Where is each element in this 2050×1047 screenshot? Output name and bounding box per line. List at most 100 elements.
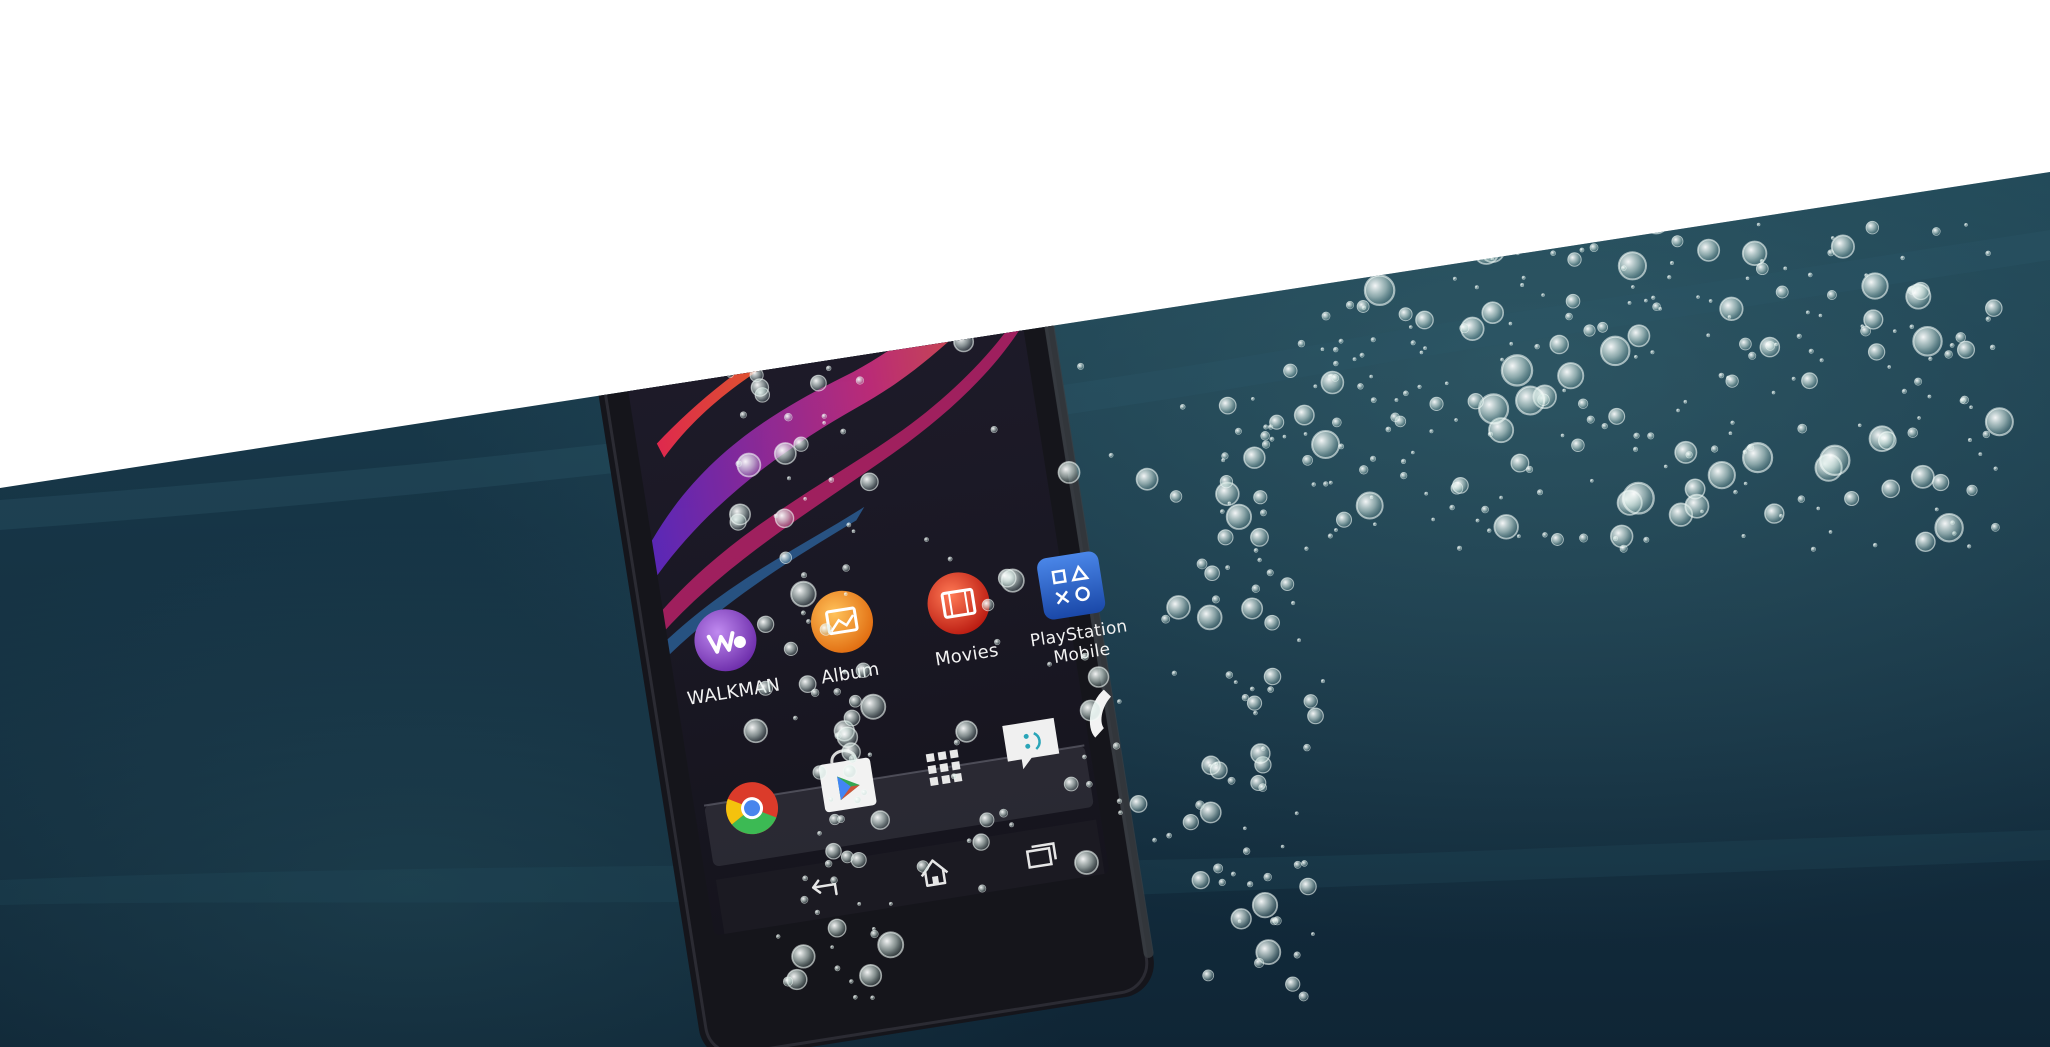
bubble bbox=[1634, 354, 1638, 359]
bubble bbox=[779, 551, 792, 564]
bubble bbox=[1571, 438, 1585, 452]
bubble bbox=[782, 976, 794, 987]
bubble bbox=[1303, 432, 1308, 436]
bubble bbox=[817, 830, 822, 836]
bubble bbox=[1355, 491, 1384, 520]
bubble bbox=[1220, 509, 1225, 514]
bubble bbox=[1074, 850, 1099, 875]
bubble bbox=[1741, 240, 1768, 267]
bubble bbox=[1219, 474, 1234, 489]
bubble bbox=[790, 580, 817, 608]
bubble bbox=[1243, 446, 1266, 469]
bubble bbox=[1816, 506, 1820, 511]
bubble bbox=[1249, 686, 1255, 692]
bubble bbox=[1900, 255, 1905, 261]
bubble bbox=[1864, 273, 1869, 278]
bubble bbox=[1320, 347, 1325, 352]
bubble bbox=[877, 931, 905, 959]
bubble bbox=[830, 876, 838, 884]
bubble bbox=[1280, 844, 1285, 849]
bubble bbox=[1311, 430, 1341, 459]
bubble bbox=[1424, 491, 1429, 496]
bubble bbox=[1454, 418, 1458, 422]
bubble bbox=[1209, 761, 1228, 780]
bubble bbox=[1334, 528, 1338, 532]
bubble bbox=[1108, 452, 1114, 458]
bubble bbox=[1909, 324, 1915, 330]
bubble bbox=[1509, 341, 1513, 346]
bubble bbox=[1116, 798, 1122, 804]
bubble bbox=[1730, 420, 1735, 425]
bubble bbox=[1297, 638, 1301, 643]
bubble bbox=[1086, 780, 1093, 788]
bubble bbox=[1234, 427, 1242, 435]
bubble bbox=[1801, 372, 1818, 390]
bubble bbox=[814, 909, 821, 915]
bubble bbox=[1179, 403, 1186, 410]
bubble bbox=[1333, 360, 1339, 367]
bubble bbox=[1727, 315, 1732, 319]
bubble bbox=[1510, 453, 1530, 473]
bubble bbox=[1294, 811, 1299, 816]
bubble bbox=[860, 789, 868, 796]
bubble bbox=[1451, 477, 1469, 494]
bubble bbox=[1196, 604, 1223, 631]
bubble bbox=[1321, 311, 1331, 321]
bubble bbox=[1251, 584, 1261, 593]
bubble bbox=[1417, 384, 1422, 389]
bubble bbox=[1246, 881, 1254, 888]
bubble bbox=[1651, 295, 1656, 300]
bubble bbox=[1303, 743, 1311, 752]
bubble bbox=[1917, 416, 1921, 420]
bubble bbox=[1298, 991, 1309, 1002]
bubble bbox=[1169, 490, 1183, 503]
bubble bbox=[1331, 374, 1340, 382]
bubble bbox=[1301, 860, 1308, 867]
bubble bbox=[1359, 465, 1369, 475]
bubble bbox=[1423, 346, 1427, 351]
bubble bbox=[1047, 661, 1052, 667]
bubble bbox=[1370, 455, 1377, 462]
bubble bbox=[1932, 473, 1950, 492]
bubble bbox=[1791, 376, 1796, 381]
bubble bbox=[1844, 490, 1860, 507]
bubble bbox=[1830, 234, 1855, 259]
bubble bbox=[1807, 272, 1813, 278]
bubble bbox=[1227, 776, 1236, 785]
bubble bbox=[1166, 832, 1172, 839]
bubble bbox=[1261, 440, 1271, 449]
bubble bbox=[1398, 307, 1413, 322]
bubble bbox=[1756, 222, 1761, 227]
bubble bbox=[1586, 415, 1595, 424]
bubble bbox=[800, 610, 806, 616]
bubble bbox=[743, 718, 768, 744]
bubble bbox=[950, 773, 957, 780]
bubble bbox=[1370, 397, 1377, 403]
bubble bbox=[1195, 800, 1205, 810]
dock-app-drawer[interactable] bbox=[925, 749, 963, 786]
bubble bbox=[871, 926, 876, 931]
bubble bbox=[1521, 275, 1526, 280]
bubble bbox=[966, 838, 972, 844]
bubble bbox=[1872, 542, 1878, 548]
bubble bbox=[1429, 396, 1444, 411]
underwater-phone-photo: WALKMAN Album Movies PlayStation Mobile bbox=[0, 0, 2050, 1047]
bubble bbox=[1985, 316, 1991, 322]
bubble bbox=[851, 529, 856, 534]
bubble bbox=[1966, 544, 1972, 549]
bubble bbox=[830, 945, 834, 949]
bubble bbox=[1225, 671, 1234, 679]
bubble bbox=[981, 598, 995, 612]
bubble bbox=[1867, 343, 1886, 361]
bubble bbox=[1579, 533, 1589, 543]
bubble bbox=[867, 752, 873, 757]
bubble bbox=[1599, 335, 1631, 367]
bubble bbox=[1129, 794, 1148, 813]
bubble bbox=[1267, 686, 1274, 693]
bubble bbox=[1269, 436, 1275, 442]
bubble bbox=[1621, 481, 1655, 515]
bubble bbox=[1685, 451, 1693, 459]
bubble bbox=[1684, 493, 1710, 519]
bubble bbox=[1077, 362, 1085, 370]
bubble bbox=[1285, 976, 1301, 992]
